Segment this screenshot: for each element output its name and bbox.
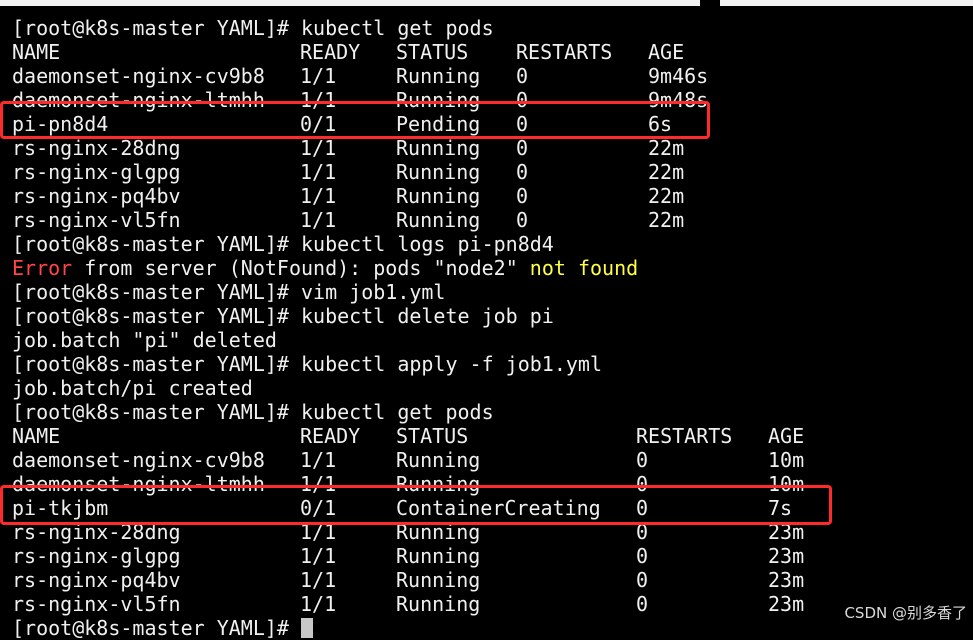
pod-status: Running [396,64,481,88]
table-row: rs-nginx-glgpg 1/1 Running 0 22m [12,160,804,184]
command-text: kubectl logs pi-pn8d4 [300,232,554,256]
command-output: job.batch "pi" deleted [12,328,277,352]
error-not-found: not found [529,256,639,280]
pod-age: 9m46s [648,64,709,88]
pod-status: Running [396,592,481,616]
pod-age: 23m [768,592,805,616]
pod-ready: 1/1 [300,160,337,184]
pod-name: rs-nginx-pq4bv [12,184,181,208]
shell-prompt: [root@k8s-master YAML]# [12,16,301,40]
pod-ready: 1/1 [300,184,337,208]
error-message: Error from server (NotFound): pods "node… [12,256,804,280]
pod-ready: 1/1 [300,64,337,88]
pod-ready: 1/1 [300,136,337,160]
shell-prompt: [root@k8s-master YAML]# [12,232,301,256]
pod-status: Running [396,184,481,208]
pod-restarts: 0 [636,592,649,616]
pod-ready: 1/1 [300,448,337,472]
pod-ready: 1/1 [300,208,337,232]
error-body: from server (NotFound): pods "node2" [72,256,530,280]
terminal-line-command: [root@k8s-master YAML]# kubectl get pods [12,400,804,424]
pod-restarts: 0 [636,448,649,472]
header-age: AGE [648,40,685,64]
table-row: rs-nginx-vl5fn 1/1 Running 0 23m [12,592,804,616]
command-text: kubectl apply -f job1.yml [300,352,603,376]
command-output: job.batch/pi created [12,376,253,400]
command-text: kubectl delete job pi [300,304,554,328]
pod-age: 23m [768,568,805,592]
command-text: kubectl get pods [300,400,494,424]
pod-age: 10m [768,448,805,472]
pod-age: 22m [648,184,685,208]
terminal-line-command: [root@k8s-master YAML]# kubectl delete j… [12,304,804,328]
pod-status: Running [396,208,481,232]
pod-name: daemonset-nginx-cv9b8 [12,448,265,472]
text-cursor [300,618,313,638]
pod-ready: 1/1 [300,544,337,568]
header-age: AGE [768,424,805,448]
pod-ready: 1/1 [300,592,337,616]
terminal-line-command: [root@k8s-master YAML]# kubectl get pods [12,16,804,40]
highlight-box-pending-pod [0,101,710,139]
header-name: NAME [12,40,61,64]
header-restarts: RESTARTS [516,40,613,64]
terminal-line-command: [root@k8s-master YAML]# kubectl apply -f… [12,352,804,376]
table-row: daemonset-nginx-cv9b8 1/1 Running 0 9m46s [12,64,804,88]
pod-status: Running [396,136,481,160]
header-restarts: RESTARTS [636,424,733,448]
pod-status: Running [396,448,481,472]
terminal-line-command: [root@k8s-master YAML]# kubectl logs pi-… [12,232,804,256]
pod-name: rs-nginx-vl5fn [12,592,181,616]
table-header: NAME READY STATUS RESTARTS AGE [12,40,804,64]
table-row: rs-nginx-pq4bv 1/1 Running 0 23m [12,568,804,592]
pod-status: Running [396,568,481,592]
pod-age: 23m [768,544,805,568]
shell-prompt: [root@k8s-master YAML]# [12,400,301,424]
header-ready: READY [300,424,361,448]
pod-restarts: 0 [516,184,529,208]
pod-ready: 1/1 [300,568,337,592]
terminal-line-prompt[interactable]: [root@k8s-master YAML]# [12,616,804,640]
pod-name: rs-nginx-glgpg [12,160,181,184]
pod-name: rs-nginx-glgpg [12,544,181,568]
header-status: STATUS [396,424,469,448]
command-text: vim job1.yml [300,280,446,304]
command-text: kubectl get pods [300,16,494,40]
table-row: rs-nginx-28dng 1/1 Running 0 22m [12,136,804,160]
error-label: Error [12,256,73,280]
terminal-line-command: [root@k8s-master YAML]# vim job1.yml [12,280,804,304]
watermark: CSDN @别多香了 [844,604,967,622]
pod-restarts: 0 [516,160,529,184]
shell-prompt: [root@k8s-master YAML]# [12,352,301,376]
table-header: NAME READY STATUS RESTARTS AGE [12,424,804,448]
pod-age: 22m [648,208,685,232]
table-row: rs-nginx-pq4bv 1/1 Running 0 22m [12,184,804,208]
shell-prompt: [root@k8s-master YAML]# [12,304,301,328]
pod-restarts: 0 [636,544,649,568]
header-name: NAME [12,424,61,448]
shell-prompt: [root@k8s-master YAML]# [12,616,301,640]
pod-name: daemonset-nginx-cv9b8 [12,64,265,88]
table-row: rs-nginx-vl5fn 1/1 Running 0 22m [12,208,804,232]
pod-status: Running [396,544,481,568]
shell-prompt: [root@k8s-master YAML]# [12,280,301,304]
terminal-window[interactable]: [root@k8s-master YAML]# kubectl get pods… [0,6,973,640]
pod-name: rs-nginx-28dng [12,136,181,160]
table-row: daemonset-nginx-cv9b8 1/1 Running 0 10m [12,448,804,472]
header-ready: READY [300,40,361,64]
pod-restarts: 0 [516,208,529,232]
highlight-box-creating-pod [0,485,832,525]
pod-name: rs-nginx-pq4bv [12,568,181,592]
pod-status: Running [396,160,481,184]
pod-age: 22m [648,136,685,160]
header-status: STATUS [396,40,469,64]
pod-restarts: 0 [516,64,529,88]
table-row: rs-nginx-glgpg 1/1 Running 0 23m [12,544,804,568]
pod-age: 22m [648,160,685,184]
pod-name: rs-nginx-vl5fn [12,208,181,232]
pod-restarts: 0 [516,136,529,160]
pod-restarts: 0 [636,568,649,592]
